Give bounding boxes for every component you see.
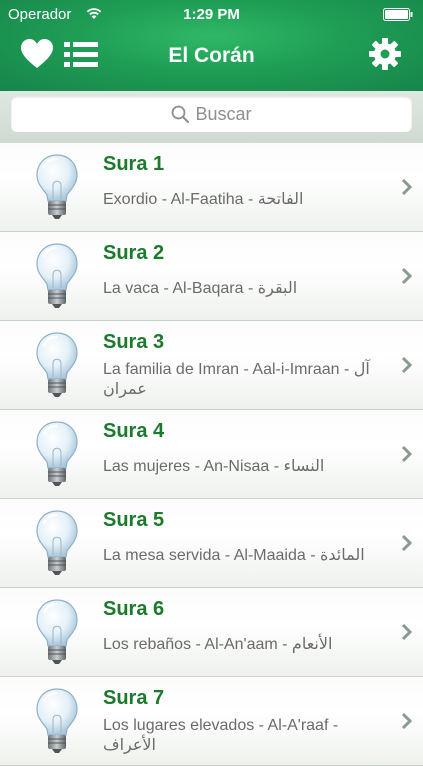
lightbulb-icon	[35, 598, 79, 666]
lightbulb-icon	[35, 420, 79, 488]
sura-subtitle: La familia de Imran - Aal-i-Imraan - آل …	[103, 361, 370, 398]
sura-row-3[interactable]: Sura 3 La familia de Imran - Aal-i-Imraa…	[0, 321, 423, 410]
chevron-right-icon	[401, 445, 413, 463]
lightbulb-icon	[35, 242, 79, 310]
gear-icon[interactable]	[369, 38, 401, 70]
sura-row-7[interactable]: Sura 7 Los lugares elevados - Al-A'raaf …	[0, 677, 423, 766]
lightbulb-icon	[35, 331, 79, 399]
chevron-right-icon	[401, 356, 413, 374]
sura-subtitle: Las mujeres - An-Nisaa - النساء	[103, 458, 325, 475]
sura-title: Sura 3	[103, 331, 165, 353]
sura-title: Sura 6	[103, 598, 165, 620]
sura-title: Sura 4	[103, 420, 165, 442]
navigation-header: Operador 1:29 PM El Corán	[0, 0, 423, 91]
sura-title: Sura 5	[103, 509, 165, 531]
status-time: 1:29 PM	[183, 6, 240, 23]
sura-row-1[interactable]: Sura 1 Exordio - Al-Faatiha - الفاتحة	[0, 143, 423, 232]
search-bar: Buscar	[0, 91, 423, 144]
sura-subtitle: Exordio - Al-Faatiha - الفاتحة	[103, 191, 304, 208]
chevron-right-icon	[401, 178, 413, 196]
chevron-right-icon	[401, 267, 413, 285]
lightbulb-icon	[35, 509, 79, 577]
search-input[interactable]: Buscar	[11, 96, 412, 132]
sura-subtitle: La mesa servida - Al-Maaida - المائدة	[103, 547, 365, 564]
battery-icon	[383, 8, 413, 21]
chevron-right-icon	[401, 623, 413, 641]
sura-title: Sura 1	[103, 153, 165, 175]
sura-title: Sura 2	[103, 242, 165, 264]
lightbulb-icon	[35, 153, 79, 221]
chevron-right-icon	[401, 534, 413, 552]
sura-subtitle: La vaca - Al-Baqara - البقرة	[103, 280, 298, 297]
lightbulb-icon	[35, 687, 79, 755]
page-title: El Corán	[168, 44, 255, 67]
sura-row-2[interactable]: Sura 2 La vaca - Al-Baqara - البقرة	[0, 232, 423, 321]
status-bar: Operador 1:29 PM	[0, 0, 423, 28]
sura-row-4[interactable]: Sura 4 Las mujeres - An-Nisaa - النساء	[0, 410, 423, 499]
chevron-right-icon	[401, 712, 413, 730]
sura-title: Sura 7	[103, 687, 165, 709]
search-icon	[172, 105, 190, 123]
sura-subtitle: Los lugares elevados - Al-A'raaf - الأعر…	[103, 717, 339, 754]
sura-subtitle: Los rebaños - Al-An'aam - الأنعام	[103, 636, 333, 653]
sura-list: Sura 1 Exordio - Al-Faatiha - الفاتحة Su…	[0, 143, 423, 766]
search-placeholder: Buscar	[195, 104, 252, 124]
sura-row-5[interactable]: Sura 5 La mesa servida - Al-Maaida - الم…	[0, 499, 423, 588]
sura-row-6[interactable]: Sura 6 Los rebaños - Al-An'aam - الأنعام	[0, 588, 423, 677]
